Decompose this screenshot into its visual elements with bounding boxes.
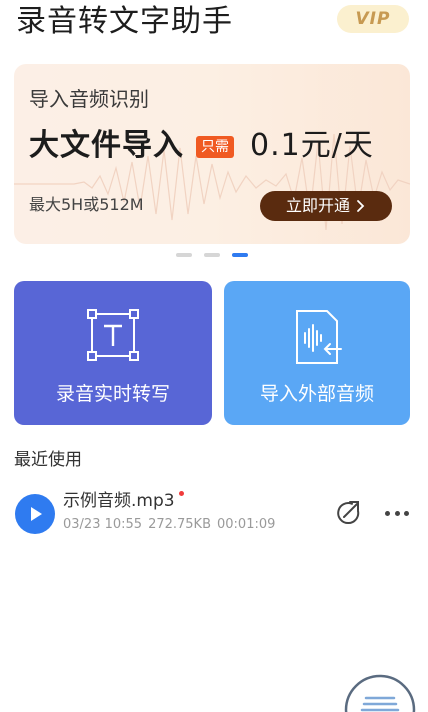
subscribe-label: 立即开通 <box>285 196 350 215</box>
carousel-dot[interactable] <box>176 253 192 257</box>
file-size: 272.75KB <box>148 517 211 532</box>
file-meta: 03/23 10:55 272.75KB 00:01:09 <box>63 516 281 534</box>
banner-price: 0.1元/天 <box>250 128 374 163</box>
more-dot <box>385 510 390 516</box>
banner-subtitle: 导入音频识别 <box>29 87 149 111</box>
more-dot <box>404 510 409 516</box>
play-button[interactable] <box>15 494 55 534</box>
floating-menu-icon[interactable] <box>342 670 418 712</box>
vip-button[interactable]: VIP <box>337 5 409 33</box>
app-title: 录音转文字助手 <box>16 4 233 39</box>
carousel-indicator <box>176 253 252 259</box>
import-audio-label: 导入外部音频 <box>259 383 374 405</box>
play-icon <box>31 507 42 521</box>
file-name-text: 示例音频.mp3 <box>63 491 175 511</box>
promo-banner[interactable]: 导入音频识别 大文件导入 只需 0.1元/天 最大5H或512M 立即开通 <box>14 64 410 244</box>
record-transcribe-button[interactable]: 录音实时转写 <box>14 281 212 425</box>
unread-dot <box>178 491 184 496</box>
record-transcribe-label: 录音实时转写 <box>55 383 170 405</box>
file-name: 示例音频.mp3 <box>63 490 184 512</box>
file-duration: 00:01:09 <box>217 517 276 532</box>
more-dot <box>394 510 400 516</box>
audio-import-icon <box>296 310 342 364</box>
recent-section-title: 最近使用 <box>14 450 82 470</box>
banner-headline: 大文件导入 <box>29 128 184 163</box>
subscribe-button[interactable]: 立即开通 <box>260 191 392 221</box>
banner-limit: 最大5H或512M <box>29 195 144 214</box>
more-options-button[interactable] <box>382 500 412 526</box>
convert-icon[interactable] <box>334 499 362 527</box>
carousel-dot-active[interactable] <box>232 253 248 257</box>
import-audio-button[interactable]: 导入外部音频 <box>224 281 410 425</box>
text-frame-icon <box>87 309 139 361</box>
list-item[interactable]: 示例音频.mp3 03/23 10:55 272.75KB 00:01:09 <box>0 486 428 542</box>
carousel-dot[interactable] <box>204 253 220 257</box>
chevron-right-icon <box>357 200 365 212</box>
file-date: 03/23 10:55 <box>63 517 143 532</box>
app-header: 录音转文字助手 VIP <box>0 0 428 48</box>
vip-label: VIP <box>355 9 391 29</box>
banner-tag: 只需 <box>196 136 234 158</box>
